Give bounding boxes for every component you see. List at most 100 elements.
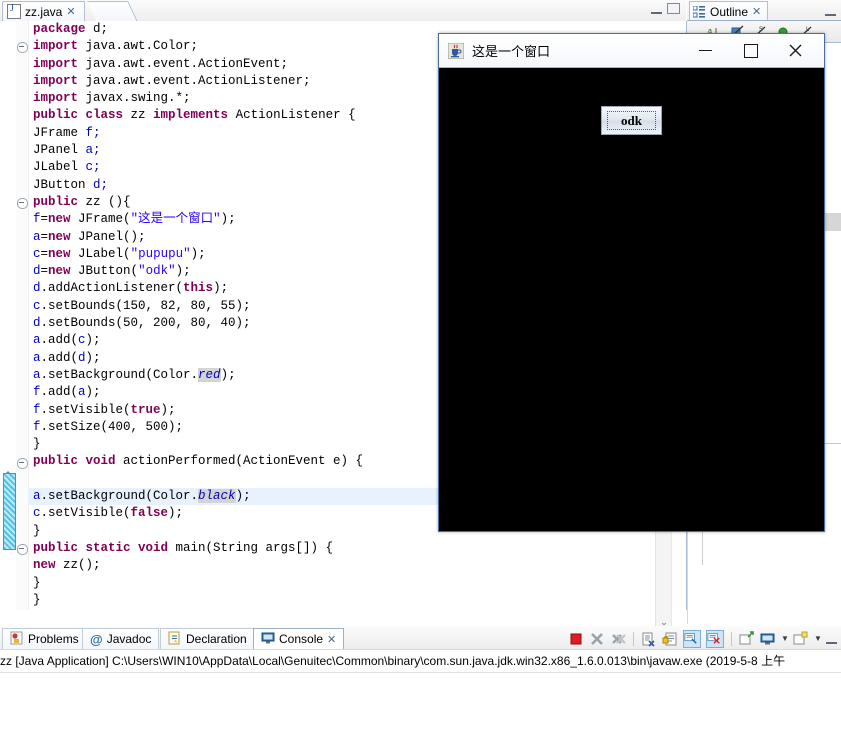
tab-label: Javadoc	[106, 632, 152, 646]
pin-console-button[interactable]	[683, 629, 701, 648]
code-token: zz();	[63, 558, 101, 573]
code-token: a	[33, 229, 41, 244]
java-coffee-cup-icon	[447, 42, 465, 59]
outline-icon	[692, 5, 706, 18]
code-token: }	[33, 575, 41, 590]
tab-javadoc[interactable]: @ Javadoc	[82, 628, 160, 649]
code-line[interactable]: new zz();	[28, 557, 658, 574]
code-token: new	[48, 246, 79, 261]
code-token: );	[85, 333, 101, 348]
close-button[interactable]	[773, 35, 818, 67]
code-token: =	[40, 229, 49, 244]
code-token: javax.swing.*;	[85, 91, 191, 106]
minimize-editor-button[interactable]	[651, 8, 662, 14]
code-token: import	[33, 91, 86, 106]
code-token: .addActionListener(	[40, 281, 184, 296]
code-token: f	[33, 402, 41, 417]
code-token: import	[33, 73, 86, 88]
code-token: .add(	[40, 350, 79, 365]
code-token: JButton	[33, 177, 94, 192]
focus-rectangle	[607, 111, 656, 130]
fold-toggle-icon[interactable]	[17, 457, 28, 469]
code-line[interactable]: public static void main(String args[]) {	[28, 540, 658, 557]
clear-console-button[interactable]	[641, 631, 657, 647]
code-token: .setVisible(	[40, 506, 131, 521]
minimize-button[interactable]	[683, 35, 728, 67]
tab-curve-decoration	[87, 1, 138, 22]
code-token: .add(	[40, 385, 79, 400]
tab-label: Declaration	[186, 632, 247, 646]
code-token: new	[48, 229, 79, 244]
problems-icon	[10, 631, 24, 648]
maximize-button[interactable]	[728, 35, 773, 67]
code-token: f	[33, 419, 41, 434]
code-token: =	[40, 264, 49, 279]
code-token: black	[198, 489, 236, 504]
close-icon[interactable]: ✕	[327, 633, 336, 646]
tab-label: Console	[279, 632, 324, 646]
java-swing-window[interactable]: 这是一个窗口 odk	[438, 33, 825, 532]
code-token: this	[183, 281, 214, 296]
remove-launch-button[interactable]	[589, 631, 605, 647]
javadoc-icon: @	[90, 631, 103, 647]
code-token: java.awt.event.ActionEvent;	[85, 56, 289, 71]
declaration-icon	[168, 631, 182, 648]
code-token: c;	[85, 160, 101, 175]
tab-underline	[687, 20, 841, 21]
code-token: );	[213, 281, 229, 296]
code-line[interactable]: }	[28, 575, 658, 592]
code-token: .setSize(400, 500);	[40, 419, 184, 434]
code-token: );	[85, 385, 101, 400]
tab-label: Problems	[28, 632, 79, 646]
odk-button[interactable]: odk	[601, 106, 662, 135]
close-icon[interactable]: ✕	[66, 5, 75, 18]
console-icon	[261, 631, 275, 648]
java-file-icon	[7, 3, 21, 19]
code-token: "这是一个窗口"	[130, 212, 221, 227]
close-icon[interactable]: ✕	[752, 5, 761, 18]
code-token: JLabel(	[78, 246, 131, 261]
code-token: implements	[153, 108, 236, 123]
editor-tab-zz-java[interactable]: zz.java ✕	[2, 1, 85, 21]
swing-window-titlebar[interactable]: 这是一个窗口	[439, 34, 824, 68]
fold-toggle-icon[interactable]	[17, 198, 28, 209]
code-token: a	[78, 385, 86, 400]
fold-toggle-icon[interactable]	[17, 544, 28, 555]
minimize-console-button[interactable]	[826, 638, 837, 644]
console-output-area[interactable]: zz [Java Application] C:\Users\WIN10\App…	[0, 649, 841, 736]
code-token: f;	[85, 125, 101, 140]
show-console-on-output-button[interactable]	[706, 629, 724, 648]
chevron-down-icon[interactable]: ▼	[814, 634, 822, 643]
terminate-button[interactable]	[568, 631, 584, 647]
tab-console[interactable]: Console ✕	[253, 628, 345, 649]
tab-problems[interactable]: Problems	[2, 628, 87, 649]
swing-window-controls	[683, 34, 818, 67]
code-token: JButton(	[78, 264, 139, 279]
tab-declaration[interactable]: Declaration	[160, 628, 255, 649]
code-token: d;	[93, 22, 109, 36]
maximize-editor-button[interactable]	[667, 3, 680, 14]
toolbar-separator	[731, 631, 732, 646]
code-token: package	[33, 22, 94, 36]
scroll-lock-button[interactable]	[662, 631, 678, 647]
code-token: public static void	[33, 540, 176, 555]
minimize-outline-button[interactable]	[825, 10, 836, 16]
chevron-down-icon[interactable]: ▼	[781, 634, 789, 643]
code-token: true	[130, 402, 161, 417]
code-line[interactable]: a.setBackground(Color.black);	[28, 488, 440, 506]
code-token: red	[198, 367, 221, 382]
remove-all-terminated-button[interactable]	[610, 631, 626, 647]
open-console-button[interactable]	[793, 631, 809, 647]
code-line[interactable]: }	[28, 592, 658, 609]
code-token: new	[33, 558, 64, 573]
code-token: JFrame	[33, 125, 86, 140]
display-selected-console-button[interactable]	[760, 631, 776, 647]
editor-tab-label: zz.java	[25, 4, 63, 19]
code-token: d;	[93, 177, 109, 192]
code-token: actionPerformed(ActionEvent e) {	[123, 454, 364, 469]
new-console-view-button[interactable]	[739, 630, 755, 647]
fold-toggle-icon[interactable]	[17, 42, 28, 54]
code-token: .setBounds(150, 82, 80, 55);	[40, 298, 251, 313]
tab-outline[interactable]: Outline ✕	[689, 1, 769, 21]
swing-window-title: 这是一个窗口	[472, 44, 551, 59]
